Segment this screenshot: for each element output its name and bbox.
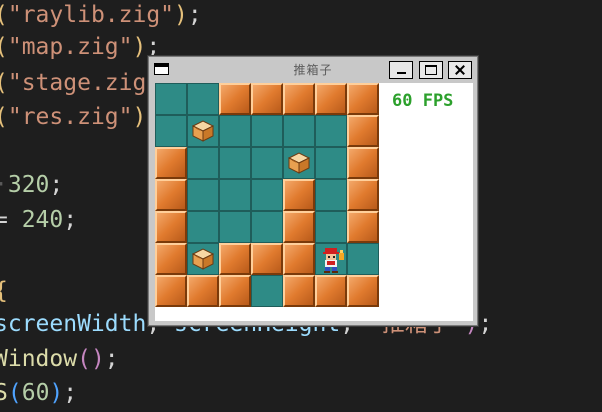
floor-tile bbox=[315, 211, 347, 243]
floor-tile bbox=[219, 179, 251, 211]
wall-tile bbox=[219, 275, 251, 307]
wall-tile bbox=[347, 147, 379, 179]
code-token: ) bbox=[174, 2, 188, 28]
code-line: = 240; bbox=[0, 205, 77, 235]
code-token: ) bbox=[132, 104, 147, 130]
floor-tile bbox=[187, 147, 219, 179]
code-token: ( bbox=[0, 70, 8, 96]
code-token: ; bbox=[104, 346, 119, 372]
floor-tile bbox=[187, 243, 219, 275]
wall-tile bbox=[251, 83, 283, 115]
wall-tile bbox=[187, 275, 219, 307]
wall-tile bbox=[155, 211, 187, 243]
code-line: Window(); bbox=[0, 344, 119, 374]
code-line: ("raylib.zig"); bbox=[0, 0, 202, 30]
wall-tile bbox=[155, 275, 187, 307]
code-token: ( bbox=[0, 34, 8, 60]
code-token: ; bbox=[478, 311, 493, 337]
code-token: "map.zig" bbox=[7, 34, 133, 60]
wall-tile bbox=[315, 275, 347, 307]
code-token: 320 bbox=[7, 172, 50, 198]
floor-tile bbox=[219, 211, 251, 243]
wall-tile bbox=[283, 275, 315, 307]
code-token: S bbox=[0, 380, 8, 406]
wall-tile bbox=[347, 83, 379, 115]
floor-tile bbox=[187, 179, 219, 211]
floor-tile bbox=[187, 83, 219, 115]
floor-tile bbox=[315, 243, 347, 275]
wall-tile bbox=[283, 83, 315, 115]
wall-tile bbox=[251, 243, 283, 275]
code-token: ; bbox=[187, 2, 202, 28]
code-token: · bbox=[0, 172, 8, 198]
code-token: "stage.zig bbox=[7, 70, 147, 96]
floor-tile bbox=[283, 115, 315, 147]
floor-tile bbox=[315, 179, 347, 211]
player-sprite-icon bbox=[316, 244, 348, 276]
floor-tile bbox=[155, 83, 187, 115]
wall-tile bbox=[283, 211, 315, 243]
wall-tile bbox=[155, 243, 187, 275]
floor-tile bbox=[219, 115, 251, 147]
code-token: ) bbox=[132, 34, 147, 60]
code-token: "raylib.zig" bbox=[7, 2, 175, 28]
floor-tile bbox=[315, 115, 347, 147]
sokoban-board bbox=[155, 83, 379, 307]
floor-tile bbox=[219, 147, 251, 179]
code-token: ; bbox=[63, 380, 78, 406]
code-token: screenWidth bbox=[0, 311, 147, 337]
fps-counter: 60 FPS bbox=[392, 91, 454, 111]
maximize-button[interactable] bbox=[419, 61, 443, 79]
code-token: ( bbox=[0, 104, 8, 130]
floor-tile bbox=[251, 211, 283, 243]
close-button[interactable] bbox=[448, 61, 472, 79]
crate-icon bbox=[191, 119, 215, 143]
wall-tile bbox=[283, 179, 315, 211]
floor-tile bbox=[251, 275, 283, 307]
code-token: ( bbox=[0, 2, 8, 28]
window-titlebar[interactable]: 推箱子 bbox=[149, 57, 477, 83]
code-token: ; bbox=[49, 172, 64, 198]
wall-tile bbox=[347, 211, 379, 243]
crate-icon bbox=[191, 247, 215, 271]
code-token: 60 bbox=[21, 380, 50, 406]
floor-tile bbox=[251, 115, 283, 147]
code-line: ("map.zig"); bbox=[0, 32, 160, 62]
wall-tile bbox=[155, 179, 187, 211]
floor-tile bbox=[283, 147, 315, 179]
code-token: ; bbox=[63, 207, 78, 233]
wall-tile bbox=[219, 243, 251, 275]
code-token: "res.zig" bbox=[7, 104, 133, 130]
game-window: 推箱子 60 FPS bbox=[148, 56, 478, 326]
wall-tile bbox=[347, 275, 379, 307]
code-token: { bbox=[0, 278, 8, 304]
wall-tile bbox=[347, 115, 379, 147]
floor-tile bbox=[187, 211, 219, 243]
code-line: { bbox=[0, 276, 8, 306]
floor-tile bbox=[251, 147, 283, 179]
code-line: S(60); bbox=[0, 378, 77, 408]
code-token: () bbox=[77, 346, 105, 372]
floor-tile bbox=[187, 115, 219, 147]
floor-tile bbox=[251, 179, 283, 211]
game-canvas[interactable]: 60 FPS bbox=[155, 83, 473, 321]
code-token: ) bbox=[49, 380, 64, 406]
crate-icon bbox=[287, 151, 311, 175]
code-token: Window bbox=[0, 346, 78, 372]
minimize-button[interactable] bbox=[389, 61, 413, 79]
floor-tile bbox=[155, 115, 187, 147]
code-line: ("stage.zig bbox=[0, 68, 146, 98]
wall-tile bbox=[219, 83, 251, 115]
floor-tile bbox=[347, 243, 379, 275]
code-line: ·320; bbox=[0, 170, 63, 200]
code-line: ("res.zig") bbox=[0, 102, 146, 132]
wall-tile bbox=[283, 243, 315, 275]
wall-tile bbox=[315, 83, 347, 115]
wall-tile bbox=[155, 147, 187, 179]
wall-tile bbox=[347, 179, 379, 211]
floor-tile bbox=[315, 147, 347, 179]
code-token: = bbox=[0, 207, 8, 233]
code-token: 240 bbox=[21, 207, 64, 233]
code-token: ( bbox=[7, 380, 22, 406]
